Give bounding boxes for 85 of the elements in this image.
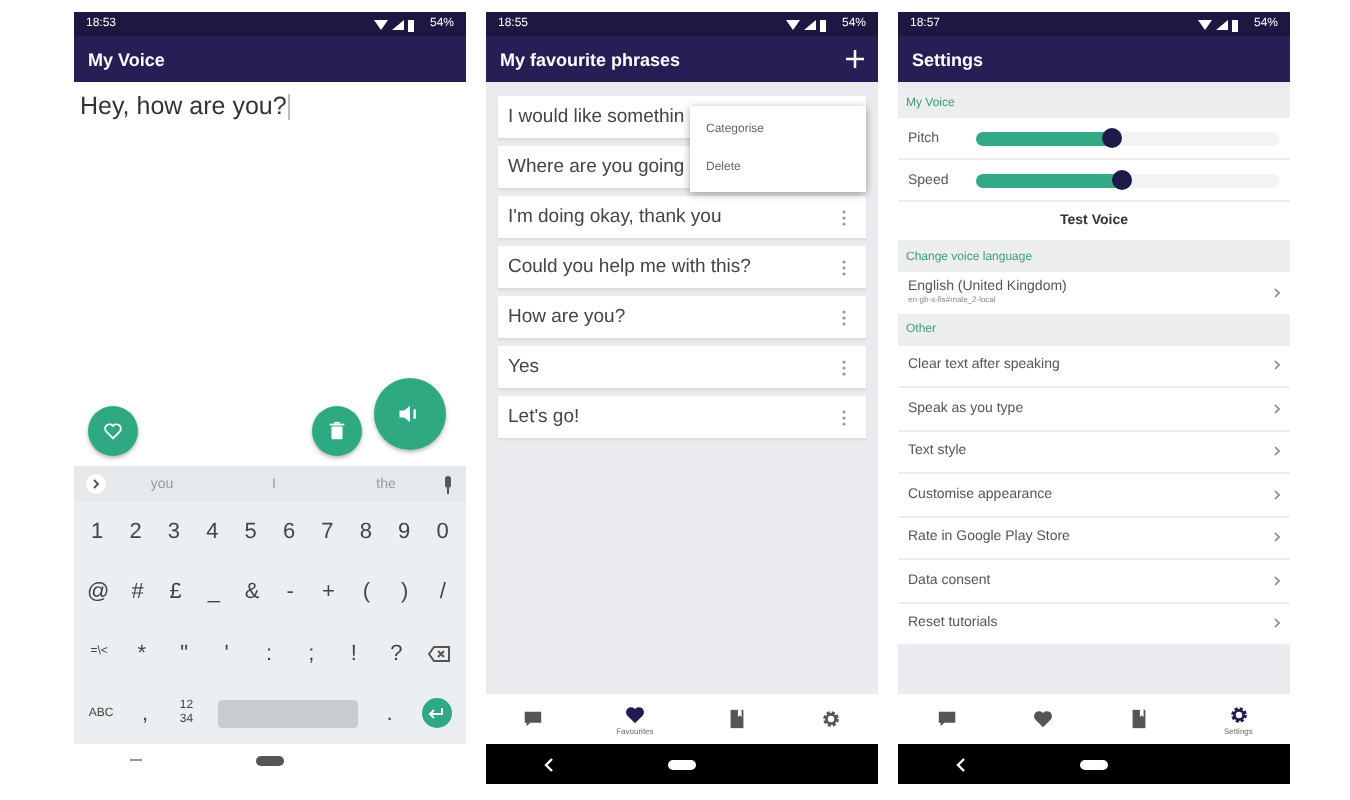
- key[interactable]: 3: [163, 520, 184, 545]
- nav-tab[interactable]: [935, 708, 958, 730]
- phrase-card[interactable]: Let's go!: [498, 396, 866, 438]
- key[interactable]: ): [394, 580, 415, 605]
- key[interactable]: 7: [317, 520, 338, 545]
- delete-button[interactable]: [312, 406, 362, 456]
- key[interactable]: *: [131, 641, 152, 666]
- enter-key[interactable]: [421, 698, 452, 729]
- heart-icon: [1031, 708, 1054, 730]
- phrase-card[interactable]: How are you?: [498, 296, 866, 338]
- phrase-card[interactable]: I'm doing okay, thank you: [498, 196, 866, 238]
- phrase-card[interactable]: Could you help me with this?: [498, 246, 866, 288]
- nav-tab[interactable]: [522, 708, 545, 730]
- nav-tab[interactable]: [819, 708, 842, 730]
- chat-icon: [522, 708, 545, 730]
- key[interactable]: £: [165, 580, 186, 605]
- key[interactable]: ,: [134, 701, 155, 726]
- chevron-icon: [1274, 489, 1280, 500]
- key[interactable]: /: [432, 580, 453, 605]
- key[interactable]: 4: [202, 520, 223, 545]
- key[interactable]: +: [318, 580, 339, 605]
- chevron-icon: [1274, 446, 1280, 457]
- expand-icon[interactable]: [86, 474, 106, 494]
- key[interactable]: .: [379, 701, 400, 726]
- heart-icon: [102, 420, 124, 442]
- chat-icon: [935, 708, 958, 730]
- key[interactable]: 2: [125, 520, 146, 545]
- add-icon[interactable]: [846, 50, 864, 68]
- backspace-icon[interactable]: [428, 645, 451, 662]
- chevron-icon: [1274, 287, 1280, 298]
- screen-title: My Voice: [88, 49, 165, 69]
- key[interactable]: 0: [432, 520, 453, 545]
- phrase-card[interactable]: Yes: [498, 346, 866, 388]
- slider-track[interactable]: [976, 131, 1280, 145]
- nav-tab[interactable]: [1127, 708, 1150, 730]
- key[interactable]: &: [242, 580, 263, 605]
- home-pill[interactable]: [255, 755, 284, 765]
- book-icon: [725, 708, 748, 730]
- home-pill[interactable]: [667, 759, 695, 769]
- key[interactable]: 8: [355, 520, 376, 545]
- book-icon: [1127, 708, 1150, 730]
- key[interactable]: 1: [87, 520, 108, 545]
- phrase-text: Where are you going: [508, 156, 685, 178]
- screen-title: My favourite phrases: [500, 49, 681, 69]
- phrase-text: I would like somethin: [508, 106, 685, 128]
- key[interactable]: ': [216, 641, 237, 666]
- chevron-icon: [1274, 403, 1280, 414]
- trash-icon: [326, 420, 348, 442]
- key[interactable]: (: [356, 580, 377, 605]
- slider-thumb[interactable]: [1111, 170, 1132, 190]
- phrase-text: Yes: [508, 356, 539, 378]
- phrase-text: Could you help me with this?: [508, 256, 751, 278]
- settings-icon: [819, 708, 842, 730]
- nav-tab[interactable]: [1031, 708, 1054, 730]
- speak-button[interactable]: [374, 378, 446, 450]
- key[interactable]: 5: [240, 520, 261, 545]
- text-input[interactable]: Hey, how are you?: [74, 82, 466, 130]
- chevron-icon: [1274, 575, 1280, 586]
- screen-title: Settings: [912, 49, 984, 69]
- phrase-text: I'm doing okay, thank you: [508, 206, 722, 228]
- settings-icon: [1227, 703, 1250, 725]
- key[interactable]: ": [174, 641, 195, 666]
- key[interactable]: 9: [394, 520, 415, 545]
- phrase-text: Let's go!: [508, 406, 580, 428]
- key[interactable]: ;: [301, 641, 322, 666]
- heart-icon: [623, 703, 646, 725]
- nav-tab[interactable]: [725, 708, 748, 730]
- slider-thumb[interactable]: [1102, 128, 1123, 148]
- key[interactable]: #: [127, 580, 148, 605]
- key[interactable]: _: [203, 580, 224, 605]
- key[interactable]: @: [87, 580, 110, 605]
- heart-button[interactable]: [88, 406, 138, 456]
- key[interactable]: -: [280, 580, 301, 605]
- chevron-icon: [1274, 618, 1280, 629]
- home-pill[interactable]: [1079, 759, 1107, 769]
- chevron-icon: [1274, 360, 1280, 371]
- chevron-icon: [1274, 532, 1280, 543]
- key[interactable]: 6: [279, 520, 300, 545]
- slider-track[interactable]: [976, 173, 1280, 187]
- enter-icon: [428, 707, 445, 720]
- key[interactable]: !: [343, 641, 364, 666]
- key[interactable]: :: [258, 641, 279, 666]
- phrase-text: How are you?: [508, 306, 626, 328]
- key[interactable]: ?: [386, 641, 407, 666]
- microphone-icon[interactable]: [442, 475, 454, 493]
